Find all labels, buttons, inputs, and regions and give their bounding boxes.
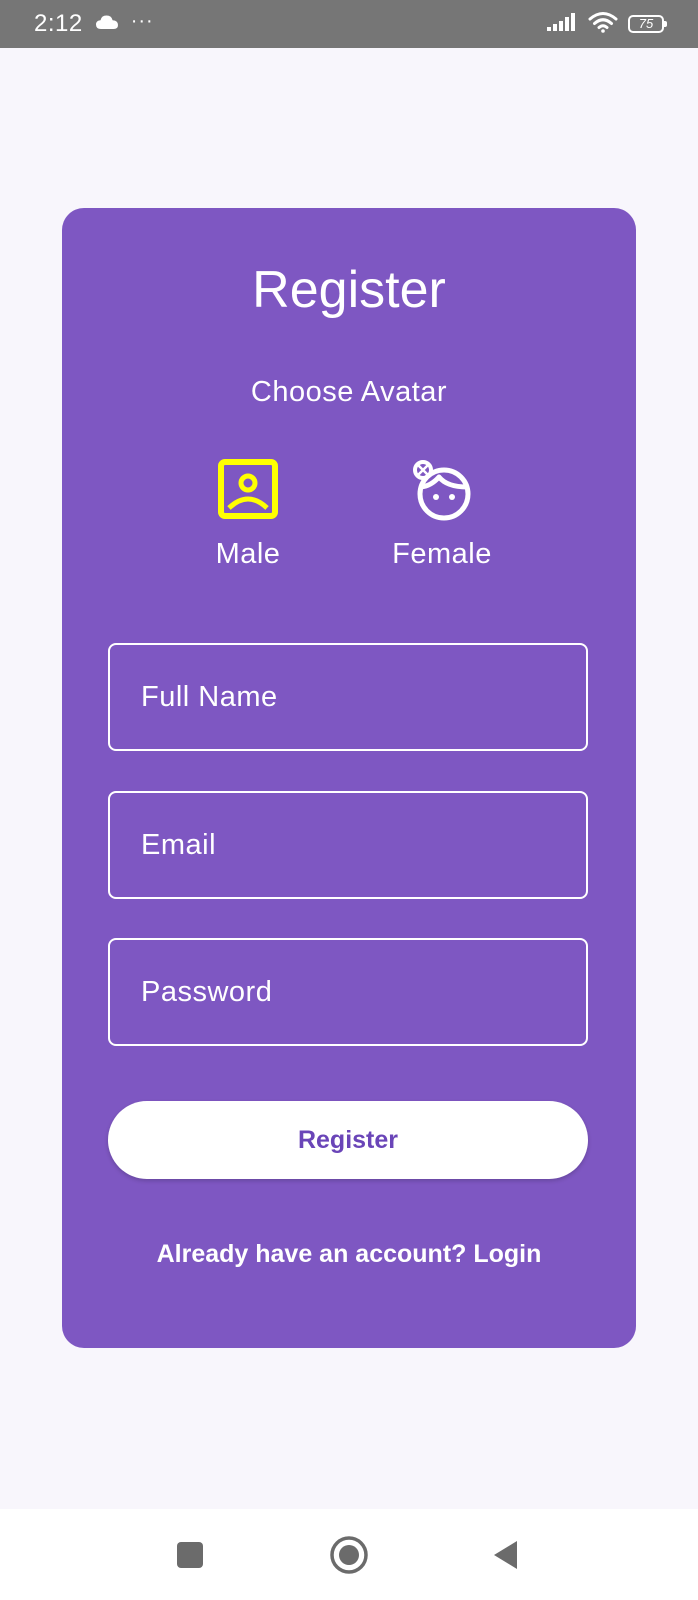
- avatar-option-female[interactable]: Female: [362, 456, 522, 571]
- page-title: Register: [252, 261, 446, 319]
- status-time: 2:12: [34, 10, 83, 37]
- nav-bar: [0, 1509, 698, 1600]
- back-button[interactable]: [484, 1533, 528, 1577]
- login-link[interactable]: Already have an account? Login: [62, 1240, 636, 1269]
- battery-icon: 75: [628, 15, 667, 33]
- choose-avatar-heading: Choose Avatar: [250, 376, 448, 408]
- email-placeholder: Email: [141, 828, 217, 861]
- back-icon: [494, 1541, 517, 1569]
- recents-button[interactable]: [168, 1533, 212, 1577]
- register-card: Register Choose Avatar Male Female Full …: [62, 208, 636, 1348]
- recents-icon: [177, 1542, 203, 1568]
- register-button[interactable]: Register: [108, 1101, 588, 1179]
- full-name-placeholder: Full Name: [141, 680, 278, 713]
- avatar-option-male[interactable]: Male: [168, 456, 328, 571]
- password-field[interactable]: Password: [108, 938, 588, 1046]
- home-button[interactable]: [327, 1533, 371, 1577]
- status-left: 2:12 ···: [34, 10, 154, 38]
- male-avatar-icon: [218, 459, 278, 519]
- overflow-dots: ···: [130, 9, 154, 32]
- avatar-label-male: Male: [215, 538, 281, 570]
- password-placeholder: Password: [141, 975, 273, 1008]
- signal-icon: [546, 12, 578, 37]
- female-avatar-icon: [413, 460, 471, 521]
- status-right: 75: [546, 11, 667, 38]
- cloud-icon: [95, 14, 119, 35]
- wifi-icon: [588, 11, 618, 38]
- home-icon: [330, 1536, 368, 1574]
- status-bar: 2:12 ··· 75: [0, 0, 698, 48]
- full-name-field[interactable]: Full Name: [108, 643, 588, 751]
- avatar-label-female: Female: [392, 538, 492, 570]
- email-field[interactable]: Email: [108, 791, 588, 899]
